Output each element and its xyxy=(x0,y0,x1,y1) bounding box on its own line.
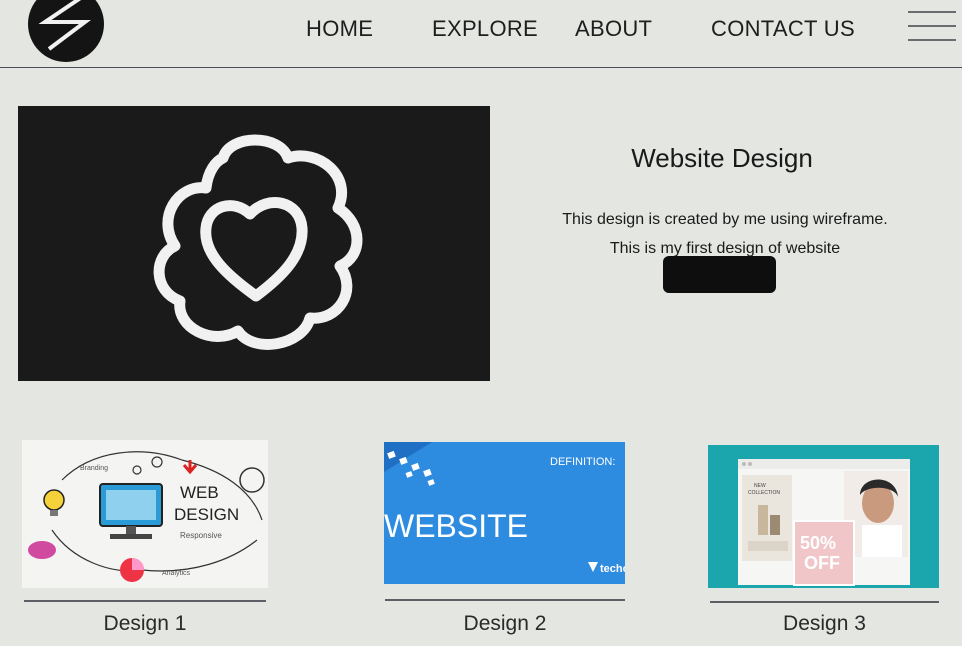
design-1-thumbnail[interactable]: WEB DESIGN Responsive Analytics Branding xyxy=(22,440,268,588)
lightning-logo-icon[interactable] xyxy=(27,0,105,62)
design-2-word-website: WEBSITE xyxy=(384,508,528,544)
design-3-word-50-percent: 50% xyxy=(800,533,836,553)
nav-home[interactable]: HOME xyxy=(306,16,373,42)
design-1-illustration: WEB DESIGN Responsive Analytics Branding xyxy=(28,451,265,582)
design-3-word-off: OFF xyxy=(804,553,840,573)
design-1-word-design: DESIGN xyxy=(174,505,239,524)
hero-action-button[interactable] xyxy=(663,256,776,293)
design-3-illustration: NEW COLLECTION 50% OFF xyxy=(738,459,910,586)
design-1-word-branding: Branding xyxy=(80,465,108,472)
design-3-word-new: NEW xyxy=(754,483,766,489)
hamburger-icon[interactable] xyxy=(908,10,956,42)
hero-description-line-1: This design is created by me using wiref… xyxy=(562,211,888,228)
design-2-word-definition: DEFINITION: xyxy=(550,456,615,468)
design-2-caption[interactable]: Design 2 xyxy=(385,612,625,636)
design-1-word-analytics: Analytics xyxy=(162,570,191,577)
design-1-word-web: WEB xyxy=(180,483,219,502)
hero-title: Website Design xyxy=(631,143,813,173)
design-2-illustration: DEFINITION: WEBSITE techo xyxy=(384,442,625,575)
nav-about[interactable]: ABOUT xyxy=(575,16,652,42)
hero-image xyxy=(18,106,490,381)
flower-heart-logo-icon xyxy=(153,134,363,350)
design-1-word-responsive: Responsive xyxy=(180,531,222,540)
nav-contact-us[interactable]: CONTACT US xyxy=(711,16,855,42)
design-2-word-techo: techo xyxy=(600,563,625,575)
design-1-divider xyxy=(24,600,266,602)
design-3-divider xyxy=(710,601,939,603)
design-3-thumbnail[interactable]: NEW COLLECTION 50% OFF xyxy=(708,445,939,588)
design-3-word-collection: COLLECTION xyxy=(748,490,780,496)
hero-description: This design is created by me using wiref… xyxy=(522,205,928,263)
site-header: HOME EXPLORE ABOUT CONTACT US xyxy=(0,0,962,68)
nav-explore[interactable]: EXPLORE xyxy=(432,16,538,42)
design-2-thumbnail[interactable]: DEFINITION: WEBSITE techo xyxy=(384,442,625,584)
design-3-caption[interactable]: Design 3 xyxy=(710,612,939,636)
design-1-caption[interactable]: Design 1 xyxy=(24,612,266,636)
design-2-divider xyxy=(385,599,625,601)
